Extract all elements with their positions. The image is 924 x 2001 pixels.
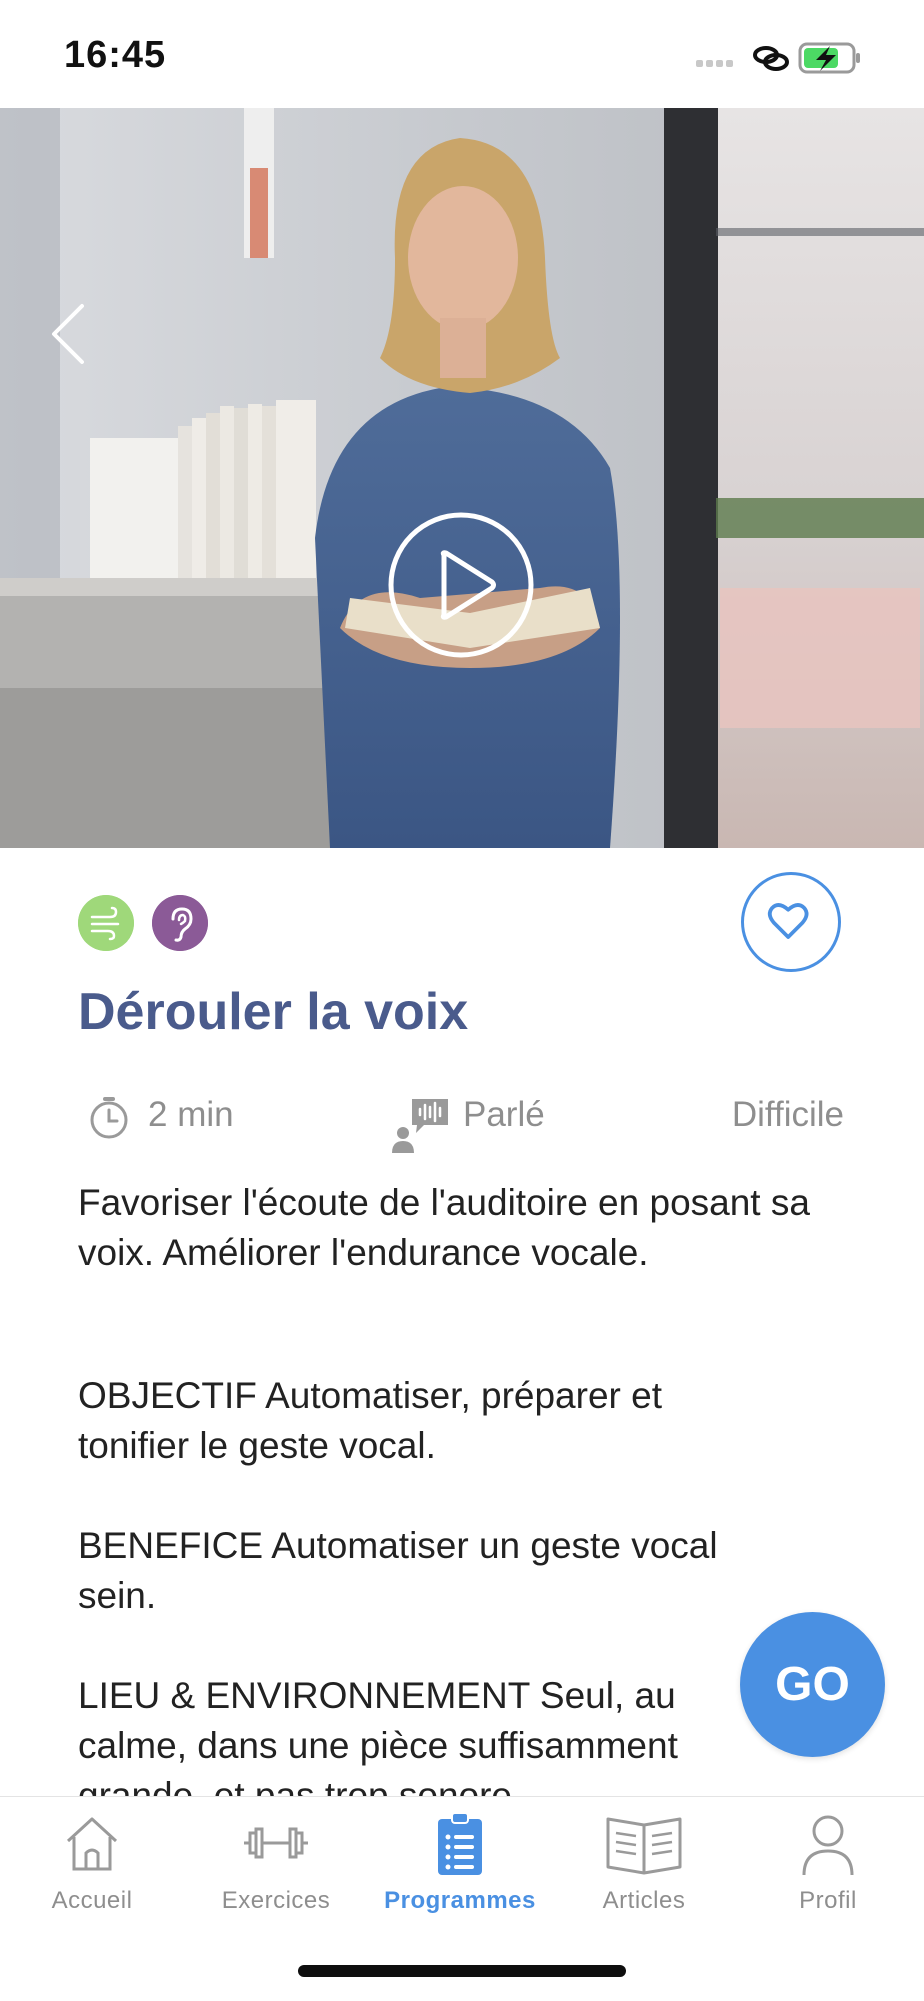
status-icons [696, 42, 860, 74]
tab-programmes[interactable]: Programmes [368, 1797, 552, 1937]
exercise-title: Dérouler la voix [78, 983, 469, 1041]
location-paragraph: LIEU & ENVIRONNEMENT Seul, au calme, dan… [78, 1675, 678, 1796]
tab-label-exercices: Exercices [221, 1887, 331, 1914]
status-bar: 16:45 [0, 0, 924, 108]
exercise-summary: Favoriser l'écoute de l'auditoire en pos… [78, 1182, 810, 1273]
home-icon [66, 1817, 118, 1871]
tab-label-profil: Profil [799, 1887, 857, 1914]
speaking-person-icon [392, 1099, 448, 1153]
favorite-button[interactable] [741, 872, 841, 972]
tab-exercices[interactable]: Exercices [184, 1797, 368, 1937]
tab-label-programmes: Programmes [384, 1887, 536, 1914]
dumbbell-icon [244, 1827, 308, 1859]
tab-label-articles: Articles [602, 1887, 686, 1914]
stopwatch-icon [90, 1097, 128, 1139]
video-scene-image [0, 108, 924, 848]
status-time: 16:45 [64, 34, 167, 76]
heart-icon [767, 903, 809, 939]
play-button-icon[interactable] [386, 510, 536, 660]
exercise-type-text: Parlé [463, 1095, 545, 1134]
duration-text: 2 min [148, 1095, 234, 1134]
tab-profil[interactable]: Profil [736, 1797, 920, 1937]
go-button[interactable]: GO [740, 1612, 885, 1757]
exercise-type-info: Parlé [390, 1095, 545, 1162]
link-icon [753, 46, 789, 71]
benefit-paragraph: BENEFICE Automatiser un geste vocal sein… [78, 1525, 718, 1616]
objective-paragraph: OBJECTIF Automatiser, préparer et tonifi… [78, 1375, 662, 1466]
duration-info: 2 min [86, 1095, 234, 1150]
signal-icon [696, 60, 733, 67]
video-thumbnail[interactable] [0, 108, 924, 848]
open-book-icon [606, 1817, 682, 1875]
back-chevron-icon[interactable] [40, 294, 96, 374]
tab-articles[interactable]: Articles [552, 1797, 736, 1937]
tab-accueil[interactable]: Accueil [0, 1797, 184, 1937]
tab-label-accueil: Accueil [51, 1887, 133, 1914]
clipboard-list-icon [438, 1812, 482, 1875]
ear-icon [152, 895, 208, 951]
breathing-wind-icon [78, 895, 134, 951]
user-icon [802, 1815, 854, 1876]
battery-charging-icon [798, 42, 860, 74]
difficulty-text: Difficile [731, 1095, 844, 1134]
bottom-tab-bar: Accueil Exercices Programmes Articles Pr… [0, 1796, 924, 2001]
home-indicator[interactable] [298, 1965, 626, 1977]
